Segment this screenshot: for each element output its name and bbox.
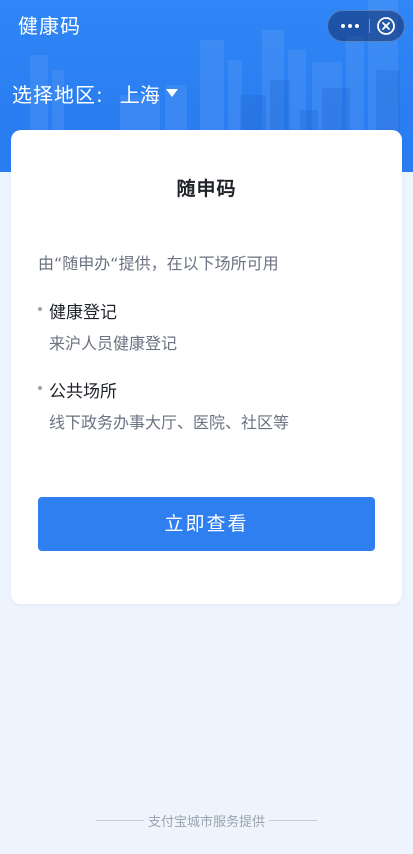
venue-description: 来沪人员健康登记 <box>49 334 178 353</box>
health-code-card: 随申码 由“随申办“提供，在以下场所可用 健康登记 来沪人员健康登记 公共场所 … <box>11 130 402 604</box>
caret-down-icon <box>165 88 178 97</box>
venue-name: 健康登记 <box>49 303 117 323</box>
footer: 支付宝城市服务提供 <box>0 810 413 830</box>
card-title: 随申码 <box>176 178 237 200</box>
bullet-dot <box>38 386 42 390</box>
region-label: 选择地区: <box>12 82 104 107</box>
view-now-button[interactable]: 立即查看 <box>38 497 375 551</box>
provider-text: 由“随申办“提供，在以下场所可用 <box>38 254 279 273</box>
footer-divider-left <box>95 819 144 821</box>
app-title: 健康码 <box>18 14 81 38</box>
close-circle-icon[interactable] <box>376 16 396 36</box>
region-dropdown[interactable]: 上海 <box>120 79 178 108</box>
capsule-divider <box>369 19 370 33</box>
footer-text: 支付宝城市服务提供 <box>147 814 265 830</box>
region-selector: 选择地区: 上海 <box>12 78 178 108</box>
footer-divider-right <box>269 819 317 821</box>
mini-program-capsule <box>327 10 405 42</box>
bullet-dot <box>38 307 42 311</box>
venue-description: 线下政务办事大厅、医院、社区等 <box>49 413 290 432</box>
more-dots-icon[interactable] <box>334 11 366 41</box>
venue-name: 公共场所 <box>49 382 117 402</box>
region-value: 上海 <box>119 82 160 107</box>
